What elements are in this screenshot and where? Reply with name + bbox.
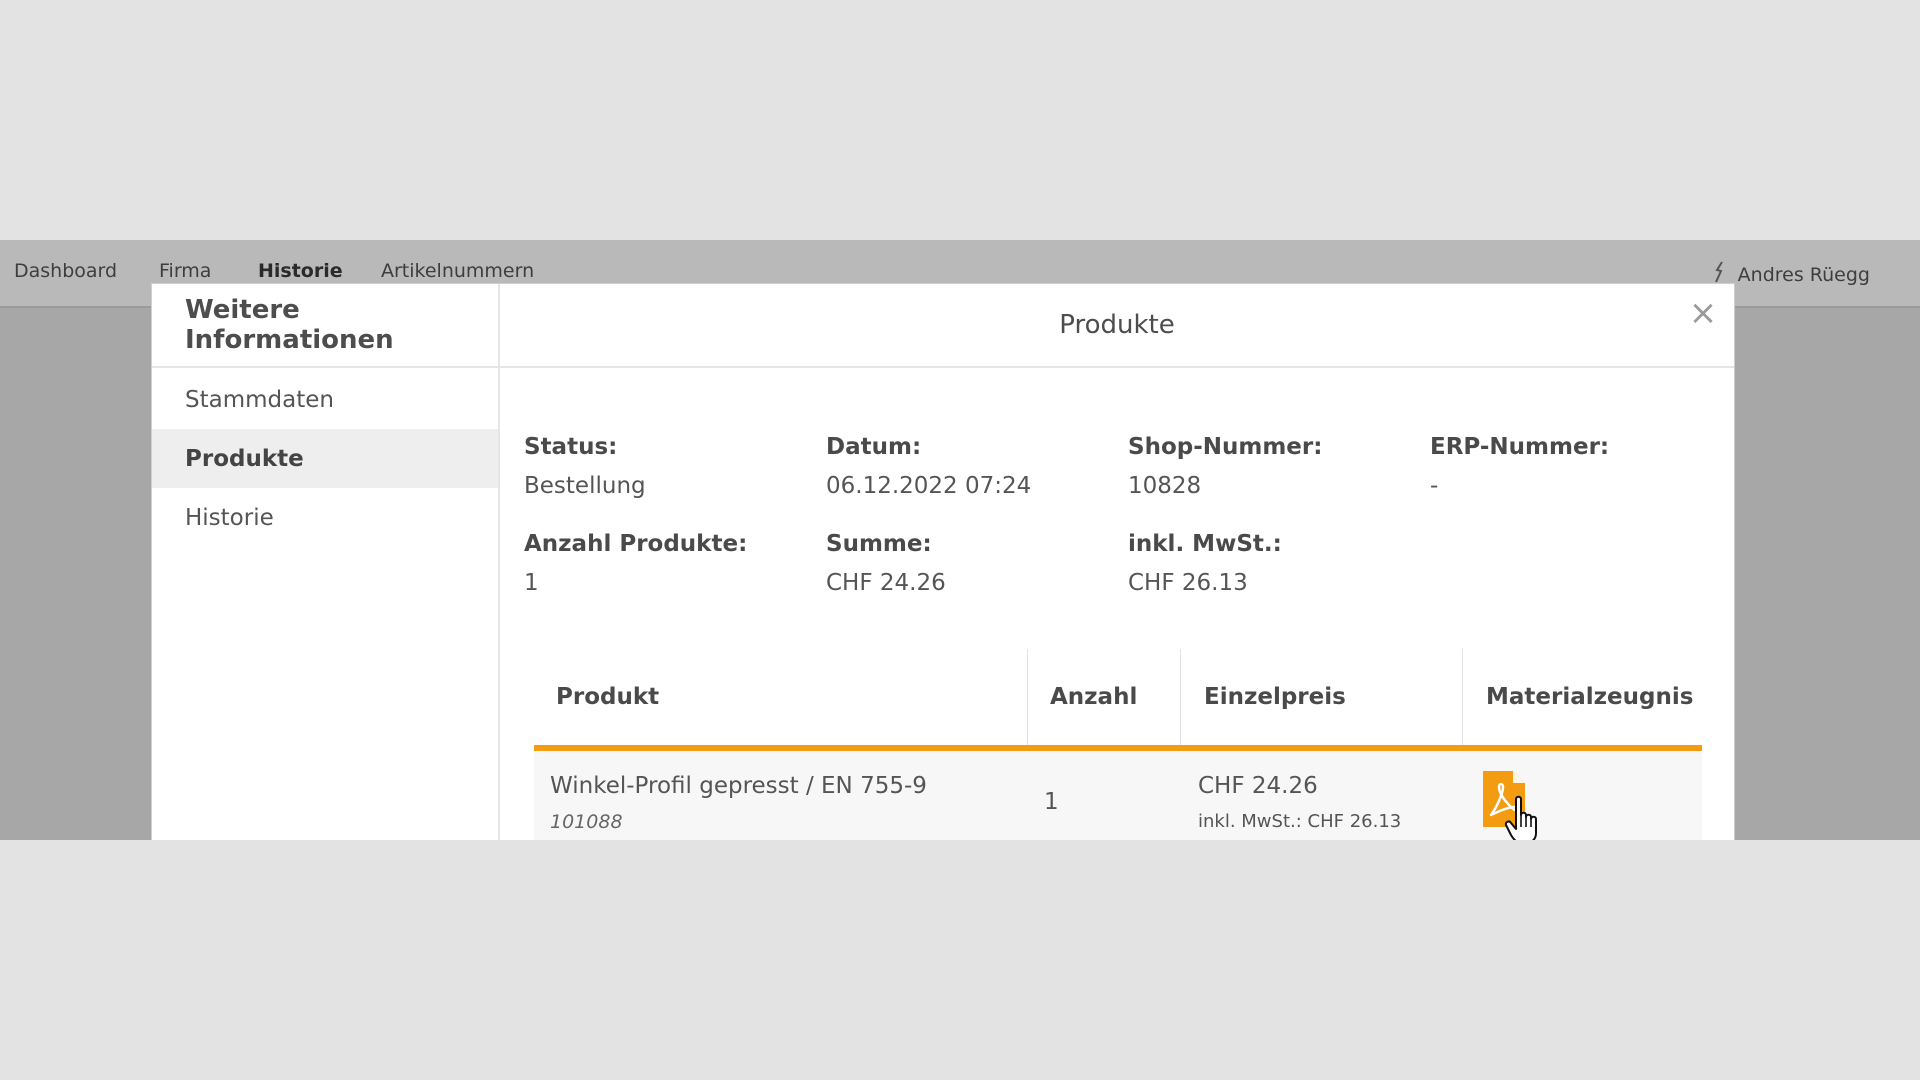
status-label: Status: xyxy=(524,434,618,460)
modal-header: Produkte × xyxy=(500,284,1734,368)
status-value: Bestellung xyxy=(524,473,646,499)
modal-content: Produkte × Status: Bestellung Datum: 06.… xyxy=(500,284,1734,840)
unit-price-incl-vat: inkl. MwSt.: CHF 26.13 xyxy=(1198,811,1402,832)
column-divider xyxy=(1027,649,1028,745)
summe-label: Summe: xyxy=(826,531,932,557)
datum-value: 06.12.2022 07:24 xyxy=(826,473,1032,499)
table-row: Winkel-Profil gepresst / EN 755-9 101088… xyxy=(534,751,1702,840)
user-menu[interactable]: Andres Rüegg xyxy=(1712,260,1870,290)
anzahl-produkte-label: Anzahl Produkte: xyxy=(524,531,748,557)
modal-sidebar: Weitere Informationen Stammdaten Produkt… xyxy=(152,284,500,840)
erp-nummer-value: - xyxy=(1430,473,1439,499)
products-table: Produkt Anzahl Einzelpreis Materialzeugn… xyxy=(534,649,1702,840)
product-cell: Winkel-Profil gepresst / EN 755-9 101088 xyxy=(550,773,927,833)
nav-historie[interactable]: Historie xyxy=(258,260,343,282)
user-name: Andres Rüegg xyxy=(1737,264,1870,286)
sidebar-item-produkte[interactable]: Produkte xyxy=(152,429,498,488)
nav-dashboard[interactable]: Dashboard xyxy=(14,260,117,282)
info-erp-nummer: ERP-Nummer: - xyxy=(1430,434,1730,499)
table-header: Produkt Anzahl Einzelpreis Materialzeugn… xyxy=(534,649,1702,751)
info-anzahl-produkte: Anzahl Produkte: 1 xyxy=(524,531,824,596)
sidebar-item-stammdaten[interactable]: Stammdaten xyxy=(152,370,498,429)
info-datum: Datum: 06.12.2022 07:24 xyxy=(826,434,1126,499)
shop-nummer-label: Shop-Nummer: xyxy=(1128,434,1323,460)
app-viewport: Dashboard Firma Historie Artikelnummern … xyxy=(0,240,1920,840)
details-modal: Weitere Informationen Stammdaten Produkt… xyxy=(152,284,1734,840)
anzahl-produkte-value: 1 xyxy=(524,570,539,596)
mwst-value: CHF 26.13 xyxy=(1128,570,1248,596)
column-header-materialzeugnis[interactable]: Materialzeugnis xyxy=(1486,649,1693,745)
erp-nummer-label: ERP-Nummer: xyxy=(1430,434,1610,460)
modal-title: Produkte xyxy=(1059,310,1175,340)
column-header-anzahl[interactable]: Anzahl xyxy=(1050,649,1137,745)
unit-price: CHF 24.26 xyxy=(1198,773,1318,799)
info-status: Status: Bestellung xyxy=(524,434,824,499)
nav-artikelnummern[interactable]: Artikelnummern xyxy=(381,260,534,282)
shop-nummer-value: 10828 xyxy=(1128,473,1202,499)
product-name: Winkel-Profil gepresst / EN 755-9 xyxy=(550,773,927,799)
summe-value: CHF 24.26 xyxy=(826,570,946,596)
info-summe: Summe: CHF 24.26 xyxy=(826,531,1126,596)
quantity-cell: 1 xyxy=(1044,789,1059,815)
column-divider xyxy=(1462,649,1463,745)
product-quantity: 1 xyxy=(1044,789,1059,815)
product-number: 101088 xyxy=(550,811,623,833)
column-header-produkt[interactable]: Produkt xyxy=(556,649,659,745)
modal-sidebar-menu: Stammdaten Produkte Historie xyxy=(152,368,498,547)
nav-firma[interactable]: Firma xyxy=(159,260,211,282)
info-mwst: inkl. MwSt.: CHF 26.13 xyxy=(1128,531,1428,596)
info-shop-nummer: Shop-Nummer: 10828 xyxy=(1128,434,1428,499)
pdf-icon[interactable] xyxy=(1481,769,1527,829)
column-divider xyxy=(1180,649,1181,745)
modal-sidebar-title: Weitere Informationen xyxy=(152,284,498,368)
datum-label: Datum: xyxy=(826,434,922,460)
price-cell: CHF 24.26 inkl. MwSt.: CHF 26.13 xyxy=(1198,773,1401,832)
sidebar-item-historie[interactable]: Historie xyxy=(152,488,498,547)
mwst-label: inkl. MwSt.: xyxy=(1128,531,1282,557)
close-icon[interactable]: × xyxy=(1686,296,1720,330)
column-header-einzelpreis[interactable]: Einzelpreis xyxy=(1204,649,1346,745)
